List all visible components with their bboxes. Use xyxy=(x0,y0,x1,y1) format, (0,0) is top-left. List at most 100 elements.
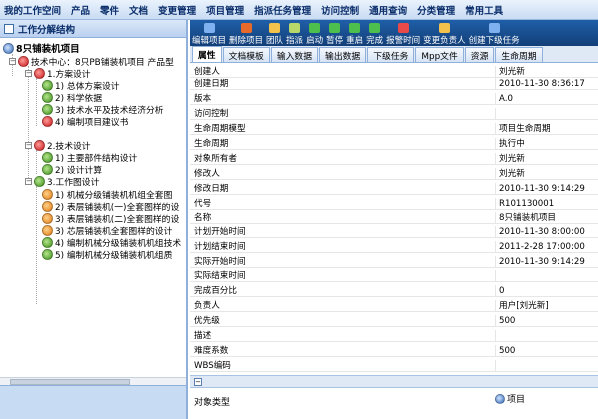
tree-node-task[interactable]: 5) 编制机械分级铺装机机组质 xyxy=(42,248,172,261)
property-row: 修改人 刘光新 xyxy=(190,168,598,180)
tree-node-root[interactable]: 8只铺装机项目 xyxy=(3,42,80,55)
red-gear-icon xyxy=(18,55,29,67)
tree-node-task[interactable]: 3) 表层铺装机(二)全套图样的设 xyxy=(42,212,179,225)
delete-project-button[interactable]: 删除项目 xyxy=(229,23,263,46)
orange-gear-icon xyxy=(42,224,53,236)
property-value: 0 xyxy=(495,285,598,296)
property-name: 创建人 xyxy=(194,67,220,77)
collapse-icon[interactable]: − xyxy=(25,141,32,149)
property-row: WBS编码 xyxy=(190,360,598,372)
wbs-panel-title: 工作分解结构 xyxy=(18,24,76,36)
property-name: 修改日期 xyxy=(194,184,229,194)
project-icon xyxy=(3,42,14,54)
tree-node-technical-design[interactable]: − 2.技术设计 xyxy=(25,139,91,152)
property-row: 创建人 刘光新 xyxy=(190,66,598,78)
add-task-icon xyxy=(488,23,500,33)
tab-resources[interactable]: 资源 xyxy=(464,47,495,62)
complete-button[interactable]: 完成 xyxy=(366,23,383,46)
tab-attributes[interactable]: 属性 xyxy=(192,46,222,62)
action-toolbar: 编辑项目 删除项目 团队 指派 启动 暂停 重启 完成 报警时间 变更负责人 创… xyxy=(190,20,598,46)
menu-common-tools[interactable]: 常用工具 xyxy=(465,3,503,17)
start-button[interactable]: 启动 xyxy=(306,23,323,46)
property-value: 8只铺装机项目 xyxy=(495,212,598,223)
restart-button[interactable]: 重启 xyxy=(346,23,363,46)
menu-change-management[interactable]: 变更管理 xyxy=(158,3,196,17)
project-icon xyxy=(495,393,505,404)
property-row: 创建日期 2010-11-30 8:36:17 xyxy=(190,78,598,90)
property-row: 生命周期 执行中 xyxy=(190,138,598,150)
menu-document[interactable]: 文档 xyxy=(129,3,148,17)
tab-mpp-file[interactable]: Mpp文件 xyxy=(415,47,464,62)
tree-node-task[interactable]: 4) 编制项目建议书 xyxy=(42,115,128,128)
property-name: 版本 xyxy=(194,94,212,104)
team-icon xyxy=(269,23,281,33)
tree-node-task[interactable]: 2) 科学依据 xyxy=(42,91,102,104)
tree-node-task[interactable]: 3) 芯层铺装机全套图样的设计 xyxy=(42,224,172,237)
property-value: 2010-11-30 8:00:00 xyxy=(495,226,598,237)
property-value: 2011-2-28 17:00:00 xyxy=(495,241,598,252)
menu-part[interactable]: 零件 xyxy=(100,3,119,17)
tree-node-task[interactable]: 3) 技术水平及技术经济分析 xyxy=(42,103,164,116)
assign-button[interactable]: 指派 xyxy=(286,23,303,46)
property-row: 实际结束时间 xyxy=(190,270,598,282)
tree-node-drawing-design[interactable]: − 3.工作图设计 xyxy=(25,175,99,188)
tree-node-task[interactable]: 1) 机械分级铺装机机组全套图 xyxy=(42,188,172,201)
tree-node-task[interactable]: 4) 编制机械分级铺装机机组技术 xyxy=(42,236,181,249)
menu-workspace[interactable]: 我的工作空间 xyxy=(4,3,61,17)
horizontal-scrollbar[interactable] xyxy=(0,377,186,385)
collapse-icon[interactable]: − xyxy=(25,69,32,77)
property-value: 执行中 xyxy=(495,138,598,149)
tree-node-tech-center[interactable]: − 技术中心：8只PB铺装机项目 产品型 xyxy=(9,55,174,68)
property-row: 访问控制 xyxy=(190,108,598,120)
menu-task-assignment[interactable]: 指派任务管理 xyxy=(254,3,311,17)
menu-general-query[interactable]: 通用查询 xyxy=(369,3,407,17)
change-owner-button[interactable]: 变更负责人 xyxy=(423,23,466,46)
property-row: 代号 R101130001 xyxy=(190,198,598,210)
menu-project-management[interactable]: 项目管理 xyxy=(206,3,244,17)
menu-classification[interactable]: 分类管理 xyxy=(417,3,455,17)
complete-icon xyxy=(369,23,381,33)
property-name: WBS编码 xyxy=(194,361,231,371)
alarm-icon xyxy=(397,23,409,33)
green-gear-icon xyxy=(34,175,45,187)
create-subtask-button[interactable]: 创建下级任务 xyxy=(469,23,520,46)
property-value: 500 xyxy=(495,345,598,356)
tab-subtasks[interactable]: 下级任务 xyxy=(367,47,415,62)
tab-output-data[interactable]: 输出数据 xyxy=(319,47,367,62)
panel-icon xyxy=(4,23,14,34)
property-row: 名称 8只铺装机项目 xyxy=(190,212,598,224)
tree-node-task[interactable]: 2) 设计计算 xyxy=(42,163,102,176)
tree-node-task[interactable]: 1) 主要部件结构设计 xyxy=(42,151,137,164)
collapse-icon[interactable]: − xyxy=(25,177,32,185)
property-row: 优先级 500 xyxy=(190,315,598,327)
property-value: 刘光新 xyxy=(495,66,598,77)
property-grid: 创建人 刘光新 创建日期 2010-11-30 8:36:17 版本 A.0 访问控制… xyxy=(190,64,598,419)
tab-lifecycle[interactable]: 生命周期 xyxy=(495,47,543,62)
menu-access-control[interactable]: 访问控制 xyxy=(321,3,359,17)
property-row: 版本 A.0 xyxy=(190,93,598,105)
wbs-tree: 8只铺装机项目 − 技术中心：8只PB铺装机项目 产品型 − 1.方案设计 1)… xyxy=(0,40,186,377)
property-row: 修改日期 2010-11-30 9:14:29 xyxy=(190,183,598,195)
tab-input-data[interactable]: 输入数据 xyxy=(270,47,319,62)
property-name: 代号 xyxy=(194,199,212,209)
left-panel-footer xyxy=(0,385,186,419)
edit-project-button[interactable]: 编辑项目 xyxy=(192,23,226,46)
user-icon xyxy=(438,23,450,33)
property-name: 修改人 xyxy=(194,169,220,179)
collapse-section-icon[interactable]: − xyxy=(194,378,202,386)
property-name: 对象所有者 xyxy=(194,154,237,164)
tab-document-template[interactable]: 文档模板 xyxy=(222,47,270,62)
tree-node-scheme-design[interactable]: − 1.方案设计 xyxy=(25,67,91,80)
collapse-icon[interactable]: − xyxy=(9,57,16,65)
alarm-time-button[interactable]: 报警时间 xyxy=(386,23,420,46)
pause-button[interactable]: 暂停 xyxy=(326,23,343,46)
tree-node-task[interactable]: 2) 表层铺装机(一)全套图样的设 xyxy=(42,200,179,213)
property-name: 创建日期 xyxy=(194,79,229,89)
property-value xyxy=(495,360,598,371)
menu-product[interactable]: 产品 xyxy=(71,3,90,17)
property-name: 计划结束时间 xyxy=(194,242,246,252)
green-gear-icon xyxy=(42,163,53,175)
property-name: 访问控制 xyxy=(194,109,229,119)
tree-node-task[interactable]: 1) 总体方案设计 xyxy=(42,79,120,92)
team-button[interactable]: 团队 xyxy=(266,23,283,46)
